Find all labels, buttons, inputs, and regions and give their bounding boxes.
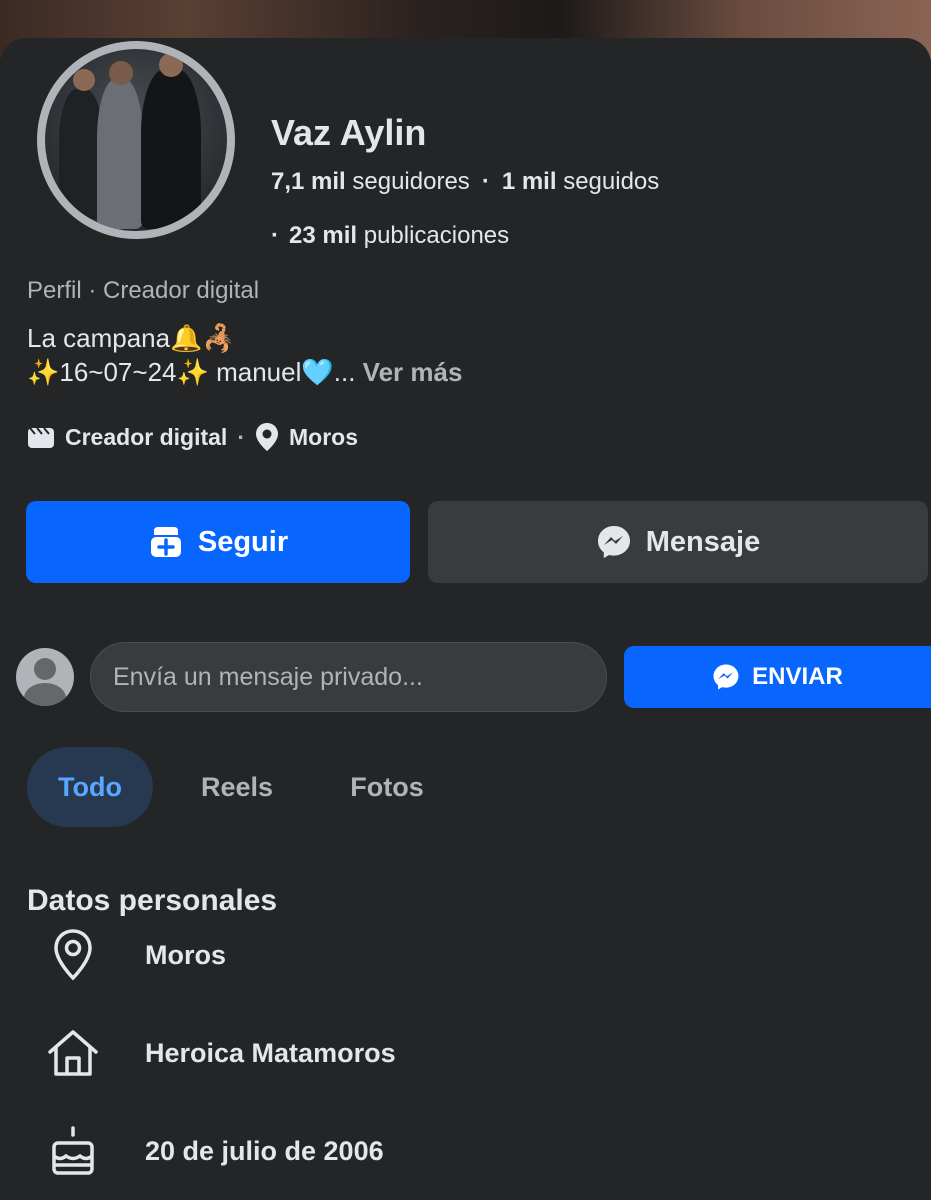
send-label: ENVIAR — [752, 663, 843, 690]
profile-meta-row: Creador digital · Moros — [27, 422, 358, 452]
video-clapper-icon — [28, 427, 54, 448]
personal-item-text: Heroica Matamoros — [145, 1038, 396, 1068]
tab-reels[interactable]: Reels — [185, 747, 289, 827]
separator-dot: · — [481, 168, 490, 195]
followers-link[interactable]: 7,1 mil seguidores — [271, 168, 470, 195]
following-label: seguidos — [563, 168, 660, 195]
personal-item-birthday: 20 de julio de 2006 — [0, 1122, 931, 1182]
message-label: Mensaje — [645, 525, 761, 558]
personal-item-text: Moros — [145, 940, 226, 970]
followers-count: 7,1 mil — [271, 168, 346, 195]
tab-label: Reels — [200, 771, 274, 802]
profile-card: Vaz Aylin 7,1 mil seguidores · 1 mil segui… — [0, 38, 931, 1200]
separator-dot: · — [237, 423, 245, 450]
profile-category-line: Perfil · Creador digital — [27, 277, 260, 304]
following-link[interactable]: 1 mil seguidos — [502, 168, 659, 195]
profile-avatar[interactable] — [37, 41, 235, 239]
meta-category: Creador digital — [65, 423, 228, 450]
birthday-cake-icon — [44, 1122, 102, 1180]
followers-label: seguidores — [352, 168, 470, 195]
tab-label: Todo — [58, 771, 122, 802]
bio-line-2: ✨16~07~24✨ manuel🩵... Ver más — [27, 357, 462, 388]
bio-line-1: La campana🔔🦂 — [27, 323, 235, 353]
messenger-icon — [713, 664, 739, 690]
bio-line-2-text: ✨16~07~24✨ manuel🩵... — [27, 357, 356, 387]
follow-stats: 7,1 mil seguidores · 1 mil seguidos — [271, 168, 659, 196]
private-message-placeholder: Envía un mensaje privado... — [113, 662, 423, 691]
posts-label: publicaciones — [363, 222, 510, 249]
private-message-input[interactable]: Envía un mensaje privado... — [90, 642, 607, 712]
posts-stats: · 23 mil publicaciones — [271, 222, 509, 250]
home-icon — [44, 1024, 102, 1082]
follow-label: Seguir — [197, 525, 289, 558]
tab-label: Fotos — [350, 771, 424, 802]
location-pin-icon — [44, 926, 102, 984]
messenger-icon — [597, 526, 630, 558]
location-pin-icon — [255, 423, 278, 451]
follow-button[interactable]: Seguir — [26, 501, 410, 583]
message-button[interactable]: Mensaje — [428, 501, 928, 583]
tab-todo[interactable]: Todo — [27, 747, 153, 827]
see-more-link[interactable]: Ver más — [363, 357, 463, 387]
posts-count: 23 mil — [289, 222, 358, 249]
separator-dot: · — [271, 222, 279, 249]
meta-location: Moros — [288, 423, 358, 450]
following-count: 1 mil — [501, 168, 557, 195]
profile-photo — [45, 49, 227, 231]
personal-details-title: Datos personales — [27, 884, 278, 917]
personal-item-location: Moros — [0, 926, 931, 986]
profile-name: Vaz Aylin — [271, 112, 427, 153]
tab-fotos[interactable]: Fotos — [335, 747, 439, 827]
viewer-avatar — [16, 648, 74, 706]
follow-icon — [150, 527, 181, 557]
send-button[interactable]: ENVIAR — [624, 646, 931, 708]
personal-item-text: 20 de julio de 2006 — [145, 1136, 384, 1166]
personal-item-hometown: Heroica Matamoros — [0, 1024, 931, 1084]
